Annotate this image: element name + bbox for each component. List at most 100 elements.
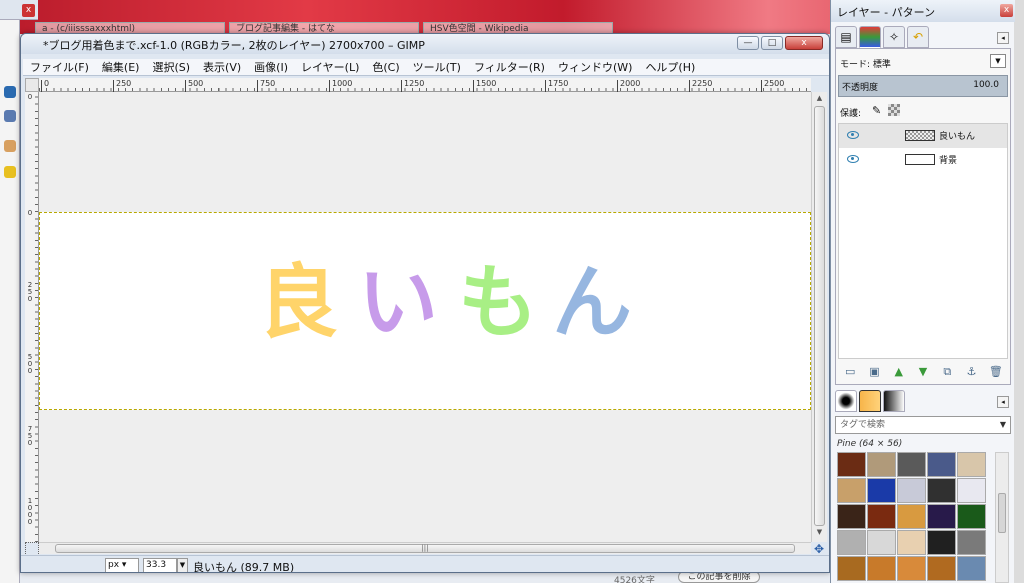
close-button[interactable]: x [785,36,823,50]
unit-select[interactable]: px ▾ [105,558,139,572]
tag-search-placeholder: タグで検索 [840,420,886,430]
ruler-v-label: 500 [27,353,33,375]
image-canvas[interactable]: 良 い も ん [39,212,811,410]
menu-colors[interactable]: 色(C) [365,59,405,75]
menu-view[interactable]: 表示(V) [196,59,247,75]
pattern-swatch[interactable] [957,478,986,503]
pattern-swatch[interactable] [837,530,866,555]
duplicate-layer-icon[interactable]: ⧉ [940,365,954,379]
lock-alpha-icon[interactable] [888,104,900,116]
navigate-icon[interactable]: ✥ [811,542,827,556]
menu-file[interactable]: ファイル(F) [23,59,95,75]
menu-image[interactable]: 画像(I) [247,59,294,75]
tab-gradients-icon[interactable] [883,390,905,412]
pattern-swatch[interactable] [897,452,926,477]
lock-pixels-icon[interactable]: ✎ [872,104,881,117]
canvas-area[interactable]: 良 い も ん [39,92,811,542]
patterns-scroll-thumb[interactable] [998,493,1006,533]
opacity-slider[interactable]: 不透明度 100.0 [838,75,1008,97]
menu-tools[interactable]: ツール(T) [406,59,467,75]
tab-brushes-icon[interactable] [835,390,857,412]
new-layer-group-icon[interactable]: ▣ [867,365,881,379]
raise-layer-icon[interactable]: ▲ [892,365,906,379]
window-title: *ブログ用着色まで.xcf-1.0 (RGBカラー, 2枚のレイヤー) 2700… [43,39,425,52]
pattern-swatch[interactable] [897,530,926,555]
pattern-swatch[interactable] [867,452,896,477]
menu-layer[interactable]: レイヤー(L) [294,59,365,75]
pattern-swatch[interactable] [837,556,866,581]
pattern-swatch[interactable] [867,478,896,503]
pattern-tab-bar [835,390,905,412]
pattern-swatch[interactable] [927,530,956,555]
menu-filters[interactable]: フィルター(R) [467,59,551,75]
toolbox-close-button[interactable]: x [22,4,35,17]
quick-mask-toggle[interactable] [25,542,39,556]
vertical-scrollbar[interactable]: ▲ ▼ [811,92,827,542]
tag-search-input[interactable]: タグで検索 ▼ [835,416,1011,434]
menu-help[interactable]: ヘルプ(H) [638,59,701,75]
dock-tab-bar: ▤ ✧ ↶ [835,26,929,48]
pattern-swatch[interactable] [867,530,896,555]
menu-select[interactable]: 選択(S) [145,59,196,75]
pattern-swatch[interactable] [867,556,896,581]
ruler-h-label: 750 [260,79,276,88]
layer-row[interactable]: 良いもん [839,124,1007,148]
anchor-layer-icon[interactable]: ⚓ [965,365,979,379]
horizontal-scrollbar[interactable]: ||| [39,542,811,554]
vertical-scroll-thumb[interactable] [814,106,825,526]
visibility-eye-icon[interactable] [847,155,859,163]
menu-edit[interactable]: 編集(E) [95,59,146,75]
pattern-swatch[interactable] [837,478,866,503]
pattern-swatch[interactable] [897,556,926,581]
pattern-swatch[interactable] [957,504,986,529]
tab-undo-icon[interactable]: ↶ [907,26,929,48]
pattern-swatch[interactable] [897,478,926,503]
ruler-h-mark [113,80,114,92]
tab-paths-icon[interactable]: ✧ [883,26,905,48]
horizontal-scroll-thumb[interactable]: ||| [55,544,795,553]
pattern-swatch[interactable] [837,452,866,477]
dock-close-button[interactable]: x [1000,4,1013,17]
layer-mode-dropdown-icon[interactable]: ▼ [990,54,1006,68]
left-toolbox-titlebar: x [0,0,38,20]
brush-tool-icon[interactable] [4,140,16,152]
layers-panel-menu-icon[interactable]: ◂ [997,32,1009,44]
pattern-swatch[interactable] [957,530,986,555]
scroll-down-icon[interactable]: ▼ [814,528,825,538]
pattern-swatch[interactable] [927,556,956,581]
layer-row[interactable]: 背景 [839,148,1007,172]
canvas-glyph-4: ん [552,256,632,349]
ruler-corner[interactable] [25,78,39,92]
pattern-swatch[interactable] [957,452,986,477]
fill-tool-icon[interactable] [4,166,16,178]
vertical-ruler[interactable]: 0 0 250 500 750 1000 [25,92,39,542]
zoom-dropdown-icon[interactable]: ▼ [177,558,188,572]
tab-layers-icon[interactable]: ▤ [835,26,857,48]
delete-layer-icon[interactable]: 🗑 [989,365,1003,379]
pattern-swatch[interactable] [957,556,986,581]
minimize-button[interactable]: — [737,36,759,50]
pattern-swatch[interactable] [927,478,956,503]
tab-patterns-icon[interactable] [859,390,881,412]
horizontal-ruler[interactable]: 0 250 500 750 1000 1250 1500 1750 2000 2… [39,78,811,92]
lower-layer-icon[interactable]: ▼ [916,365,930,379]
pattern-swatch[interactable] [897,504,926,529]
scroll-up-icon[interactable]: ▲ [814,94,825,104]
patterns-panel-menu-icon[interactable]: ◂ [997,396,1009,408]
patterns-scrollbar[interactable] [995,452,1009,583]
visibility-eye-icon[interactable] [847,131,859,139]
pattern-swatch[interactable] [867,504,896,529]
pattern-swatch[interactable] [927,452,956,477]
zoom-field[interactable]: 33.3 % [143,558,177,572]
move-tool-icon[interactable] [4,86,16,98]
pattern-swatch[interactable] [927,504,956,529]
maximize-button[interactable]: □ [761,36,783,50]
left-toolbox-window [0,0,20,583]
menu-windows[interactable]: ウィンドウ(W) [551,59,638,75]
character-count: 4526文字 [614,576,655,583]
pattern-swatch[interactable] [837,504,866,529]
new-layer-icon[interactable]: ▭ [843,365,857,379]
select-tool-icon[interactable] [4,110,16,122]
tag-dropdown-icon[interactable]: ▼ [1000,417,1006,433]
tab-channels-icon[interactable] [859,26,881,48]
